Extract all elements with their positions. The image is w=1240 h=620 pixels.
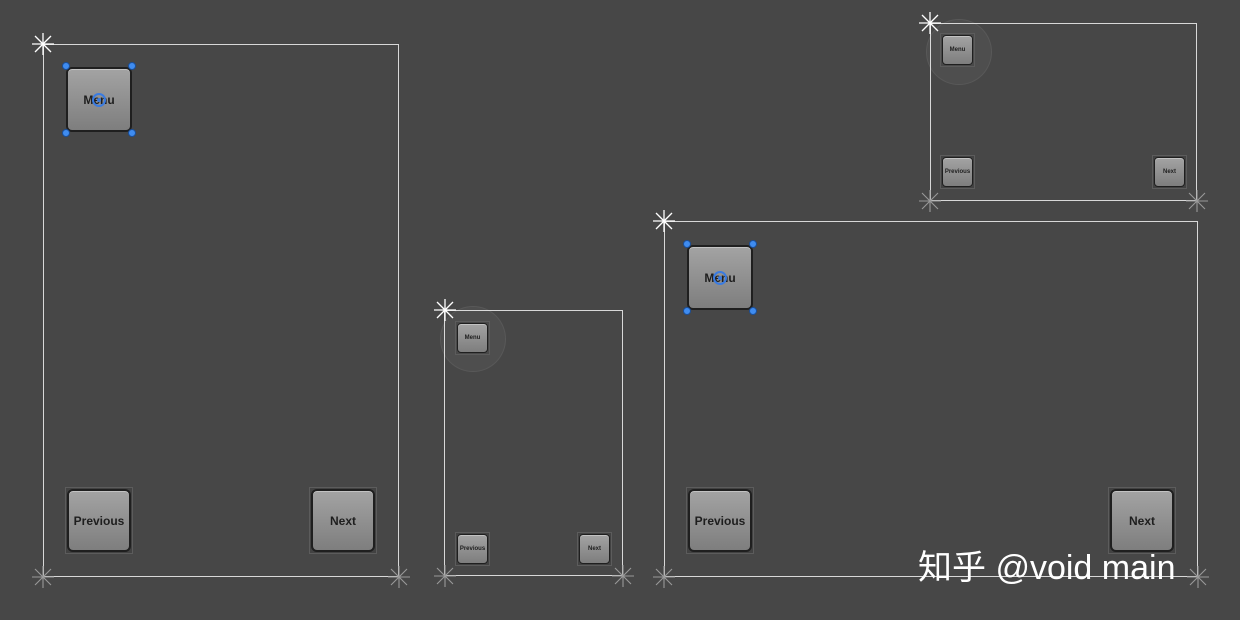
anchor-gizmo-icon[interactable] — [386, 564, 412, 590]
previous-button[interactable]: Previous — [457, 534, 488, 564]
anchor-gizmo-icon[interactable] — [432, 297, 458, 323]
next-button[interactable]: Next — [311, 489, 375, 552]
anchor-gizmo-icon[interactable] — [917, 188, 943, 214]
previous-button[interactable]: Previous — [67, 489, 131, 552]
pivot-icon[interactable] — [713, 271, 727, 285]
anchor-gizmo-icon[interactable] — [1185, 564, 1211, 590]
pivot-icon[interactable] — [92, 93, 106, 107]
anchor-gizmo-icon[interactable] — [651, 564, 677, 590]
previous-button[interactable]: Previous — [942, 157, 973, 187]
anchor-gizmo-icon[interactable] — [30, 31, 56, 57]
resize-handle-icon[interactable] — [128, 62, 136, 70]
next-button[interactable]: Next — [1110, 489, 1174, 552]
resize-handle-icon[interactable] — [683, 307, 691, 315]
menu-button[interactable]: Menu — [942, 35, 973, 65]
resize-handle-icon[interactable] — [683, 240, 691, 248]
watermark-text: 知乎 @void main — [918, 549, 1176, 587]
previous-button[interactable]: Previous — [688, 489, 752, 552]
anchor-gizmo-icon[interactable] — [610, 563, 636, 589]
next-button[interactable]: Next — [1154, 157, 1185, 187]
resize-handle-icon[interactable] — [62, 62, 70, 70]
resize-handle-icon[interactable] — [128, 129, 136, 137]
menu-button[interactable]: Menu — [457, 323, 488, 353]
resize-handle-icon[interactable] — [749, 307, 757, 315]
anchor-gizmo-icon[interactable] — [1184, 188, 1210, 214]
anchor-gizmo-icon[interactable] — [432, 563, 458, 589]
resize-handle-icon[interactable] — [749, 240, 757, 248]
anchor-gizmo-icon[interactable] — [651, 208, 677, 234]
resize-handle-icon[interactable] — [62, 129, 70, 137]
next-button[interactable]: Next — [579, 534, 610, 564]
anchor-gizmo-icon[interactable] — [30, 564, 56, 590]
